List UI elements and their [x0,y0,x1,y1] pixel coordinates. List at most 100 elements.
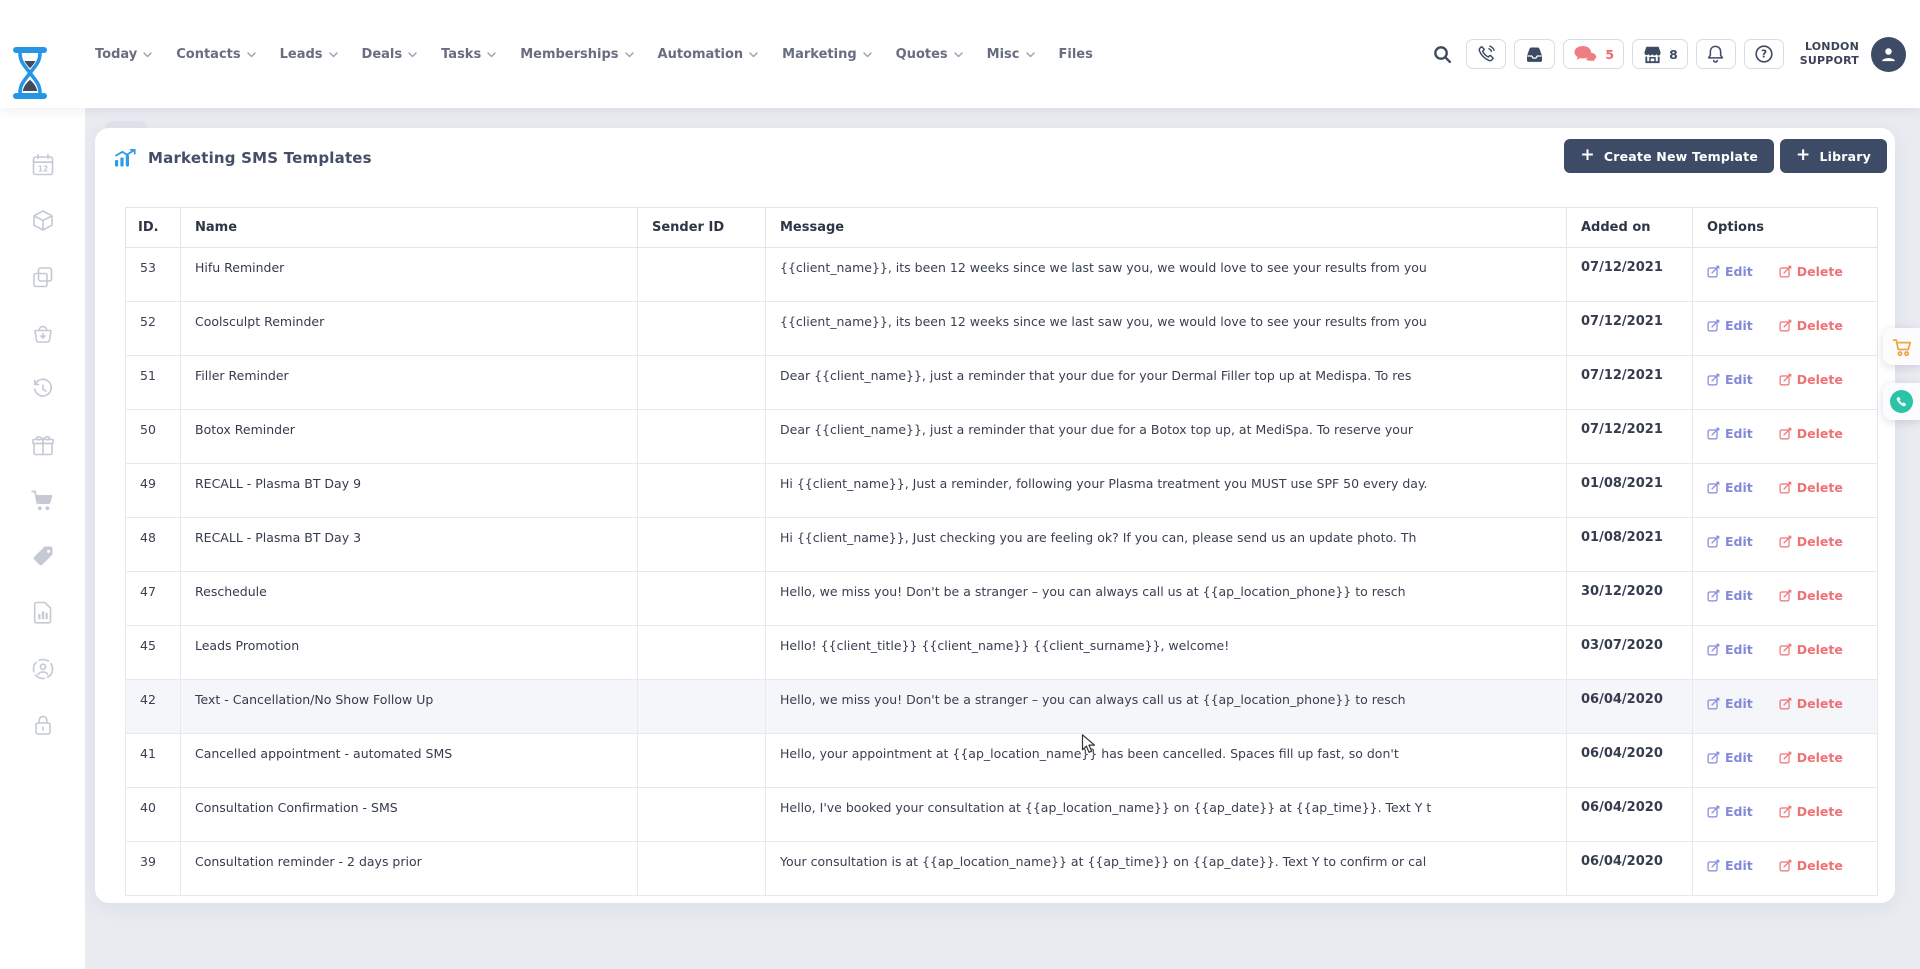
nav-item-contacts[interactable]: Contacts [176,47,255,62]
edit-icon [1707,427,1720,440]
table-row: 51Filler ReminderDear {{client_name}}, j… [126,356,1878,410]
cell-added-on: 07/12/2021 [1567,356,1693,410]
app-logo-hourglass-icon[interactable] [10,46,50,100]
box-icon[interactable] [30,208,56,234]
library-button[interactable]: + Library [1780,139,1887,173]
lock-icon[interactable] [30,712,56,738]
calendar-icon[interactable]: 12 [30,152,56,178]
cell-sender-id [638,518,766,572]
inbox-button[interactable] [1514,39,1555,69]
delete-button[interactable]: Delete [1779,858,1843,873]
table-row: 39Consultation reminder - 2 days priorYo… [126,842,1878,896]
chat-button[interactable]: 5 [1563,39,1624,69]
table-row: 45Leads PromotionHello! {{client_title}}… [126,626,1878,680]
nav-item-label: Marketing [782,47,856,62]
edit-button-label: Edit [1725,696,1753,711]
nav-item-today[interactable]: Today [95,47,152,62]
cell-added-on: 01/08/2021 [1567,464,1693,518]
copy-icon[interactable] [30,264,56,290]
report-icon[interactable] [30,600,56,626]
edit-button-label: Edit [1725,750,1753,765]
store-button[interactable]: 8 [1632,39,1688,69]
delete-button[interactable]: Delete [1779,534,1843,549]
cart-icon [1891,336,1913,358]
chevron-down-icon [1026,52,1035,58]
notifications-button[interactable] [1696,39,1736,69]
delete-button[interactable]: Delete [1779,480,1843,495]
search-icon[interactable] [1433,45,1452,64]
phone-button[interactable] [1466,39,1506,69]
chevron-down-icon [329,52,338,58]
cart-icon[interactable] [30,488,56,514]
nav-item-quotes[interactable]: Quotes [896,47,963,62]
edit-button[interactable]: Edit [1707,426,1753,441]
nav-item-deals[interactable]: Deals [362,47,418,62]
edit-button[interactable]: Edit [1707,534,1753,549]
user-circle-icon[interactable] [30,656,56,682]
edit-button[interactable]: Edit [1707,588,1753,603]
floating-cart-button[interactable] [1883,328,1920,365]
delete-icon [1779,535,1792,548]
cell-message: Dear {{client_name}}, just a reminder th… [766,410,1567,464]
cell-id: 49 [126,464,181,518]
cell-id: 41 [126,734,181,788]
table-row: 52Coolsculpt Reminder{{client_name}}, it… [126,302,1878,356]
avatar[interactable] [1871,37,1906,72]
delete-button-label: Delete [1797,804,1843,819]
edit-button[interactable]: Edit [1707,642,1753,657]
edit-button[interactable]: Edit [1707,318,1753,333]
delete-button[interactable]: Delete [1779,588,1843,603]
floating-whatsapp-button[interactable] [1883,383,1920,420]
basket-icon[interactable] [30,320,56,346]
cell-message: {{client_name}}, its been 12 weeks since… [766,302,1567,356]
nav-item-memberships[interactable]: Memberships [520,47,633,62]
edit-button[interactable]: Edit [1707,264,1753,279]
cell-options: Edit Delete [1693,788,1878,842]
delete-button[interactable]: Delete [1779,804,1843,819]
nav-item-label: Memberships [520,47,618,62]
create-new-template-button[interactable]: + Create New Template [1564,139,1774,173]
help-button[interactable]: ? [1744,39,1784,69]
chevron-down-icon [143,52,152,58]
cell-sender-id [638,410,766,464]
nav-item-label: Files [1059,47,1093,62]
edit-button[interactable]: Edit [1707,372,1753,387]
plus-icon: + [1796,147,1810,164]
edit-button-label: Edit [1725,372,1753,387]
edit-button[interactable]: Edit [1707,480,1753,495]
nav-item-misc[interactable]: Misc [987,47,1035,62]
delete-button[interactable]: Delete [1779,696,1843,711]
cell-name: Filler Reminder [181,356,638,410]
delete-button[interactable]: Delete [1779,264,1843,279]
gift-icon[interactable] [30,432,56,458]
delete-button[interactable]: Delete [1779,750,1843,765]
edit-button[interactable]: Edit [1707,750,1753,765]
delete-button[interactable]: Delete [1779,642,1843,657]
history-icon[interactable] [30,376,56,402]
edit-button[interactable]: Edit [1707,804,1753,819]
delete-icon [1779,373,1792,386]
edit-button-label: Edit [1725,480,1753,495]
edit-button[interactable]: Edit [1707,858,1753,873]
cell-sender-id [638,734,766,788]
cell-name: Reschedule [181,572,638,626]
edit-button-label: Edit [1725,804,1753,819]
delete-button[interactable]: Delete [1779,372,1843,387]
edit-button[interactable]: Edit [1707,696,1753,711]
delete-button[interactable]: Delete [1779,318,1843,333]
cell-added-on: 07/12/2021 [1567,410,1693,464]
nav-item-leads[interactable]: Leads [280,47,338,62]
table-row: 50Botox ReminderDear {{client_name}}, ju… [126,410,1878,464]
nav-item-label: Contacts [176,47,240,62]
edit-button-label: Edit [1725,858,1753,873]
delete-button[interactable]: Delete [1779,426,1843,441]
delete-button-label: Delete [1797,318,1843,333]
cell-id: 42 [126,680,181,734]
nav-item-automation[interactable]: Automation [658,47,759,62]
nav-item-tasks[interactable]: Tasks [441,47,496,62]
tag-icon[interactable] [30,544,56,570]
nav-item-files[interactable]: Files [1059,47,1093,62]
nav-item-marketing[interactable]: Marketing [782,47,871,62]
help-icon: ? [1754,44,1774,64]
delete-icon [1779,319,1792,332]
